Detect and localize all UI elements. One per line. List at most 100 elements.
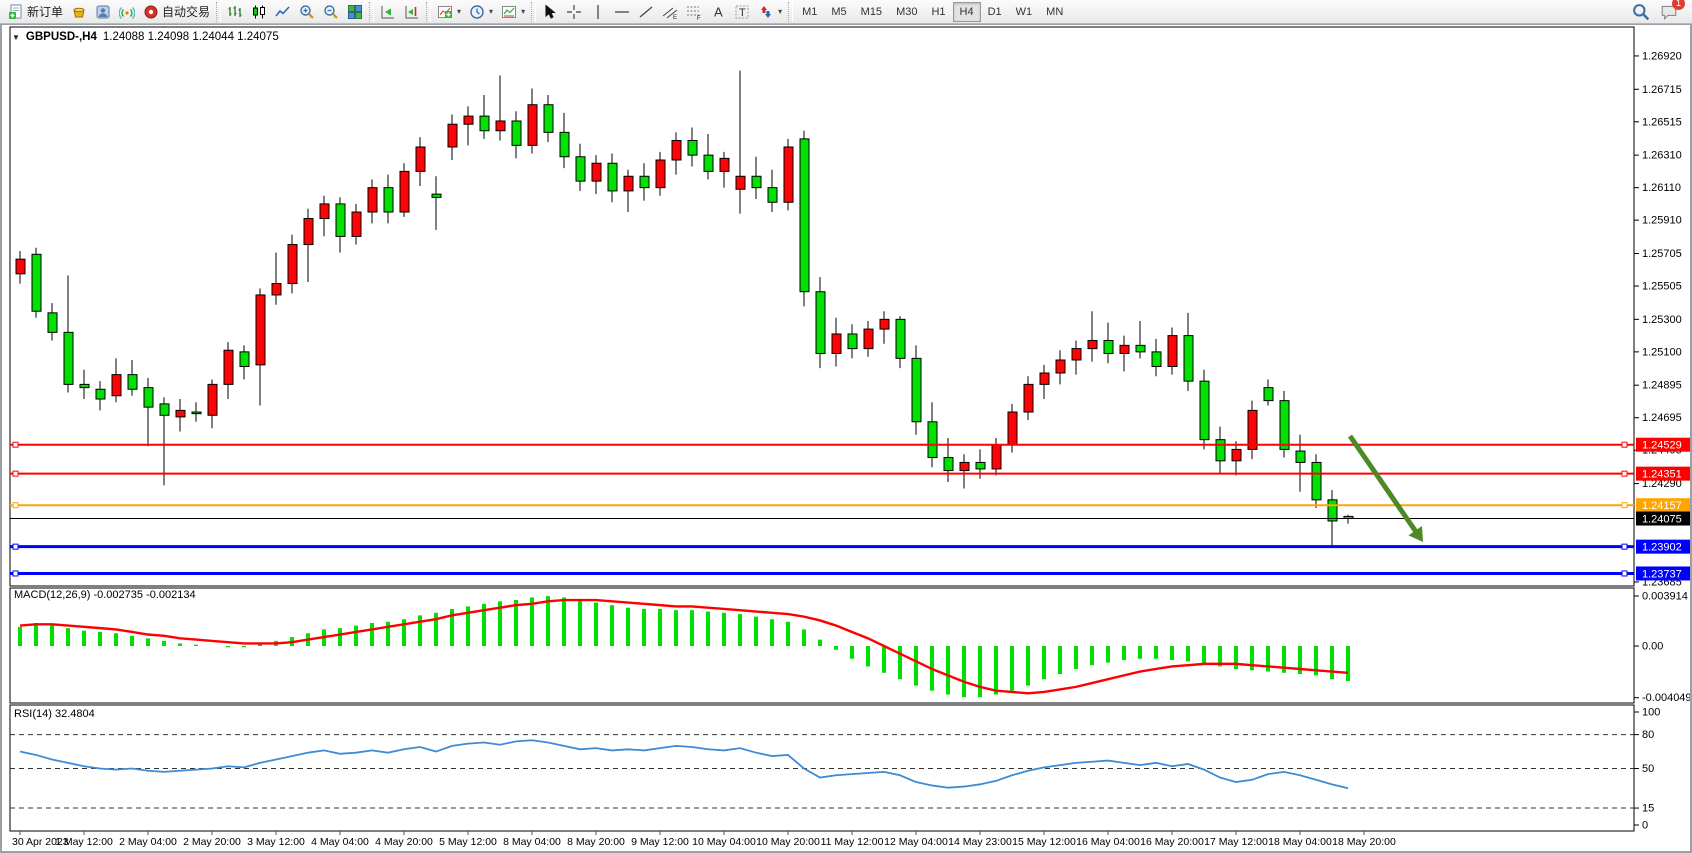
price-tick: 1.25910 [1642,215,1682,227]
zoom-out-button[interactable] [319,1,343,22]
time-tick-label: 8 May 20:00 [567,836,625,848]
dropdown-caret-icon[interactable]: ▾ [521,7,525,16]
timeframe-h1[interactable]: H1 [924,2,952,22]
candle [240,352,249,367]
crosshair-icon [566,4,582,20]
indicators-button[interactable]: ▾ [433,1,465,22]
periods-button[interactable]: ▾ [465,1,497,22]
channel-button[interactable]: E [658,1,682,22]
line-handle[interactable] [1622,544,1627,549]
macd-tick: -0.004049 [1642,692,1690,704]
zoom-in-button[interactable] [295,1,319,22]
chat-icon[interactable]: 1 [1660,3,1678,21]
line-handle[interactable] [1622,503,1627,508]
templates-button[interactable]: ▾ [497,1,529,22]
tile-windows-icon [347,4,363,20]
line-handle[interactable] [13,471,18,476]
candle [352,212,361,236]
line-handle[interactable] [1622,442,1627,447]
line-handle[interactable] [1622,571,1627,576]
line-handle[interactable] [13,571,18,576]
tile-windows-button[interactable] [343,1,367,22]
candle [192,412,201,414]
candle [96,389,105,399]
hline-button[interactable] [610,1,634,22]
dropdown-caret-icon[interactable]: ▾ [489,7,493,16]
candle [864,329,873,349]
candle [928,422,937,458]
time-tick-label: 8 May 04:00 [503,836,561,848]
timeframe-w1[interactable]: W1 [1009,2,1040,22]
candle [544,105,553,133]
dropdown-caret-icon[interactable]: ▾ [457,7,461,16]
bar-chart-button[interactable] [223,1,247,22]
timeframe-m30[interactable]: M30 [889,2,924,22]
time-tick-label: 16 May 04:00 [1076,836,1140,848]
timeframe-d1[interactable]: D1 [981,2,1009,22]
candle [112,375,121,396]
candle [992,445,1001,469]
fibo-button[interactable]: F [682,1,706,22]
autotrade-button[interactable]: 自动交易 [139,1,214,22]
timeframe-m15[interactable]: M15 [854,2,889,22]
text-label-button[interactable]: T [730,1,754,22]
search-icon[interactable] [1632,3,1650,21]
candle [784,147,793,202]
svg-text:F: F [697,16,701,20]
candle [944,458,953,471]
hline-label: 1.24351 [1642,469,1682,481]
signals-button[interactable] [115,1,139,22]
candle [256,295,265,365]
candle [368,188,377,212]
candle [816,292,825,354]
profile-button[interactable] [91,1,115,22]
line-chart-button[interactable] [271,1,295,22]
toolbar-separator [426,2,431,22]
rsi-indicator-label: RSI(14) 32.4804 [14,708,95,720]
dropdown-caret-icon[interactable]: ▾ [778,7,782,16]
chart-canvas[interactable]: 1.269201.267151.265151.263101.261101.259… [2,25,1690,851]
chart-shift-button[interactable] [400,1,424,22]
candle [1024,384,1033,412]
price-tick: 1.26310 [1642,150,1682,162]
timeframe-m5[interactable]: M5 [824,2,853,22]
candle [1296,451,1305,462]
candle [16,259,25,274]
macd-tick: 0.003914 [1642,591,1688,603]
line-handle[interactable] [13,442,18,447]
ohlc-values: 1.24088 1.24098 1.24044 1.24075 [103,31,279,43]
styler-button[interactable] [67,1,91,22]
crosshair-button[interactable] [562,1,586,22]
candle [48,313,57,333]
vline-button[interactable] [586,1,610,22]
auto-scroll-button[interactable] [376,1,400,22]
fibo-icon: F [686,4,702,20]
timeframe-h4[interactable]: H4 [953,2,981,22]
macd-tick: 0.00 [1642,641,1663,653]
rsi-level-label: 100 [1642,707,1660,719]
trendline-button[interactable] [634,1,658,22]
chevron-down-icon[interactable]: ▼ [12,33,20,42]
line-handle[interactable] [13,503,18,508]
new-order-button[interactable]: 新订单 [4,1,67,22]
toolbar-separator [369,2,374,22]
price-tick: 1.26920 [1642,50,1682,62]
arrows-button[interactable]: ▾ [754,1,786,22]
line-handle[interactable] [1622,471,1627,476]
candle [1328,500,1337,521]
time-tick-label: 10 May 04:00 [692,836,756,848]
cursor-button[interactable] [538,1,562,22]
timeframe-m1[interactable]: M1 [795,2,824,22]
candle-chart-button[interactable] [247,1,271,22]
macd-indicator-label: MACD(12,26,9) -0.002735 -0.002134 [14,589,196,601]
candle [1200,381,1209,440]
time-axis[interactable]: 30 Apr 20231 May 12:002 May 04:002 May 2… [12,831,1396,848]
timeframe-mn[interactable]: MN [1039,2,1070,22]
ohlc-bars-icon [227,4,243,20]
text-button[interactable]: A [706,1,730,22]
line-handle[interactable] [13,544,18,549]
candle [384,188,393,212]
candle [1008,412,1017,445]
text-label-icon: T [734,4,750,20]
new-order-button-label: 新订单 [27,3,63,20]
